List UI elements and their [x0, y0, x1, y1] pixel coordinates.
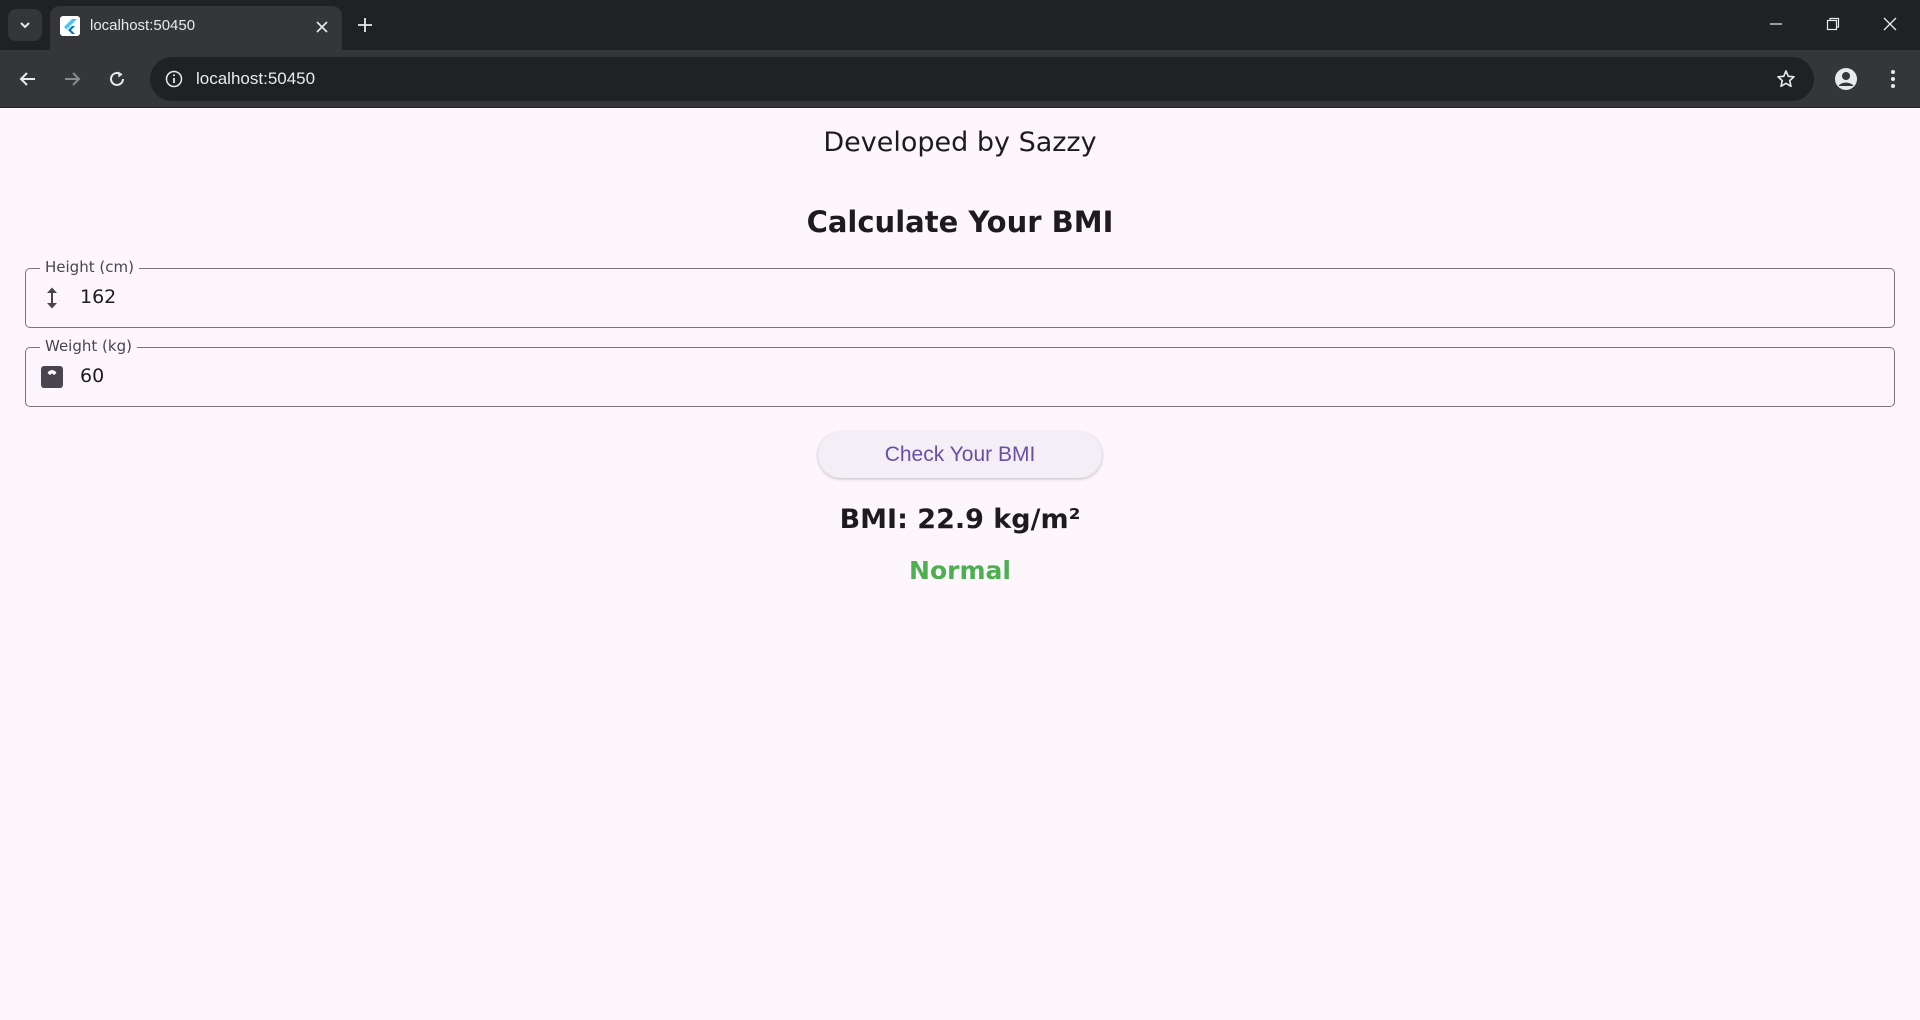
url-text: localhost:50450: [196, 69, 316, 88]
close-tab-icon[interactable]: [312, 17, 332, 37]
height-input[interactable]: 162: [80, 286, 116, 308]
scale-icon: [40, 365, 64, 389]
developer-credit: Developed by Sazzy: [823, 127, 1097, 158]
chevron-down-icon: [20, 22, 30, 29]
site-info-icon[interactable]: [162, 67, 186, 91]
tab-search-button[interactable]: [8, 9, 42, 41]
browser-tab-bar: localhost:50450: [0, 0, 1920, 50]
bookmark-star-icon[interactable]: [1774, 67, 1798, 91]
flutter-favicon-icon: [60, 16, 80, 36]
height-arrows-icon: [40, 286, 64, 310]
back-arrow-icon[interactable]: [14, 65, 42, 93]
height-field-label: Height (cm): [40, 258, 139, 276]
bmi-result: BMI: 22.9 kg/m²: [839, 504, 1081, 535]
page-content: Developed by Sazzy Calculate Your BMI He…: [0, 109, 1920, 1020]
page-title: Calculate Your BMI: [806, 205, 1114, 239]
close-window-icon[interactable]: [1870, 8, 1910, 40]
browser-tab[interactable]: localhost:50450: [50, 6, 342, 50]
minimize-window-icon[interactable]: [1756, 8, 1796, 40]
new-tab-plus-icon[interactable]: [352, 12, 378, 38]
browser-toolbar: localhost:50450: [0, 50, 1920, 108]
height-field[interactable]: Height (cm) 162: [25, 258, 1895, 328]
browser-menu-icon[interactable]: [1880, 64, 1906, 94]
bmi-category-label: Normal: [909, 556, 1011, 585]
weight-field-label: Weight (kg): [40, 337, 137, 355]
forward-arrow-icon[interactable]: [58, 65, 86, 93]
profile-avatar-icon[interactable]: [1831, 64, 1861, 94]
tab-title: localhost:50450: [90, 17, 196, 34]
weight-field[interactable]: Weight (kg) 60: [25, 337, 1895, 407]
restore-window-icon[interactable]: [1813, 8, 1853, 40]
weight-input[interactable]: 60: [80, 365, 104, 387]
reload-icon[interactable]: [103, 65, 131, 93]
check-bmi-button[interactable]: Check Your BMI: [818, 432, 1102, 478]
address-bar[interactable]: localhost:50450: [150, 57, 1814, 101]
